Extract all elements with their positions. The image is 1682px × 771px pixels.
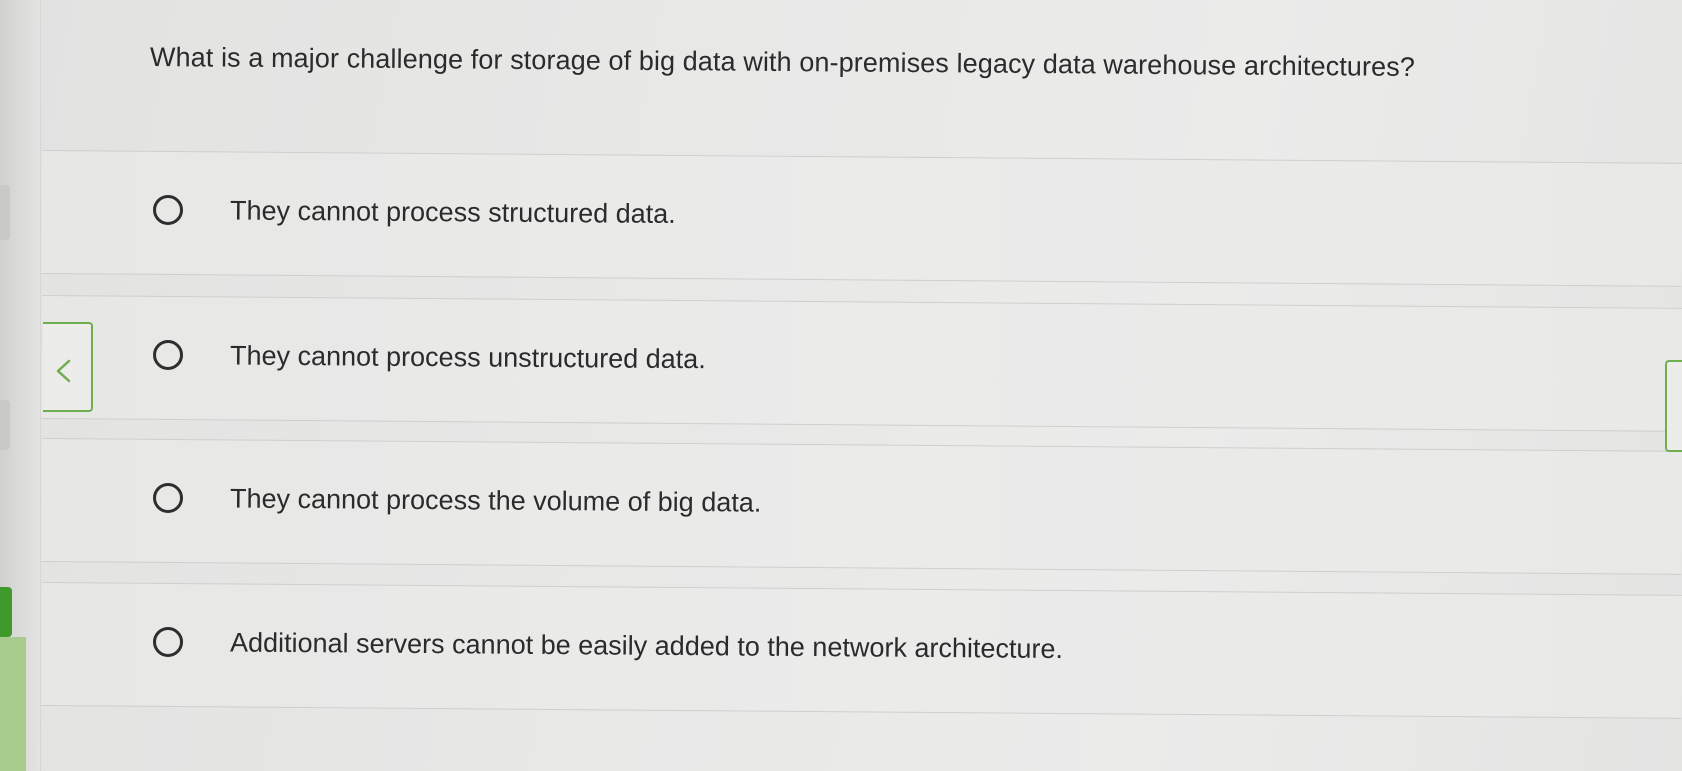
radio-button[interactable] [152, 482, 184, 514]
left-panel-band [0, 400, 10, 450]
next-button[interactable] [1665, 360, 1682, 452]
progress-track [0, 637, 26, 771]
radio-button[interactable] [152, 626, 184, 658]
answer-option-label[interactable]: They cannot process structured data. [230, 195, 676, 229]
radio-button[interactable] [152, 194, 184, 226]
answer-option[interactable]: They cannot process unstructured data. [41, 295, 1682, 432]
answer-option[interactable]: They cannot process the volume of big da… [41, 438, 1682, 575]
left-panel-band [0, 185, 10, 240]
question-text: What is a major challenge for storage of… [149, 42, 1416, 82]
previous-button[interactable] [43, 322, 93, 412]
quiz-screen: What is a major challenge for storage of… [0, 0, 1682, 771]
answer-option-label[interactable]: They cannot process unstructured data. [230, 340, 706, 375]
answer-option-label[interactable]: Additional servers cannot be easily adde… [230, 627, 1063, 665]
answer-option-label[interactable]: They cannot process the volume of big da… [230, 483, 762, 518]
chevron-left-icon [56, 359, 71, 383]
radio-button[interactable] [152, 339, 184, 371]
progress-indicator [0, 587, 12, 637]
answer-option[interactable]: Additional servers cannot be easily adde… [41, 582, 1682, 719]
answer-option[interactable]: They cannot process structured data. [41, 150, 1682, 287]
